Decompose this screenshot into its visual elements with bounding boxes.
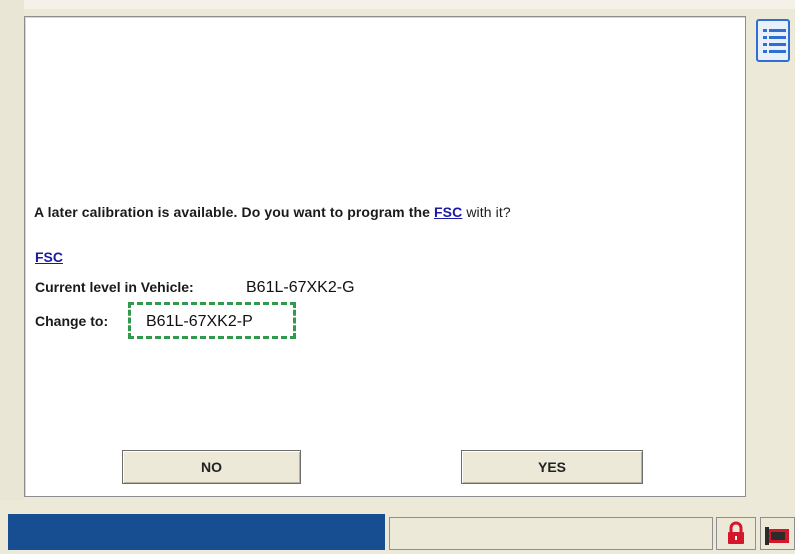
lock-status-box[interactable]: [716, 517, 756, 550]
status-text-field: [389, 517, 713, 550]
top-strip: [0, 0, 795, 9]
tool-status-box[interactable]: [760, 517, 795, 550]
current-level-value: B61L-67XK2-G: [246, 279, 355, 296]
message-prefix: A later calibration is available. Do you…: [34, 204, 431, 220]
tool-icon: [765, 527, 789, 545]
left-strip: [0, 0, 24, 500]
message-fsc-link[interactable]: FSC: [434, 204, 462, 220]
fsc-link[interactable]: FSC: [35, 249, 63, 265]
yes-button[interactable]: YES: [461, 450, 643, 484]
no-button[interactable]: NO: [122, 450, 301, 484]
change-to-value: B61L-67XK2-P: [146, 313, 253, 330]
message-suffix: with it?: [466, 204, 511, 220]
calibration-message: A later calibration is available. Do you…: [34, 204, 511, 220]
change-to-label: Change to:: [35, 313, 109, 329]
status-progress-area: [8, 514, 385, 550]
current-level-label: Current level in Vehicle:: [35, 279, 194, 295]
app-window: A later calibration is available. Do you…: [0, 0, 795, 550]
lock-icon: [728, 521, 744, 544]
list-menu-icon[interactable]: [756, 19, 790, 62]
dialog-panel: [24, 16, 746, 497]
